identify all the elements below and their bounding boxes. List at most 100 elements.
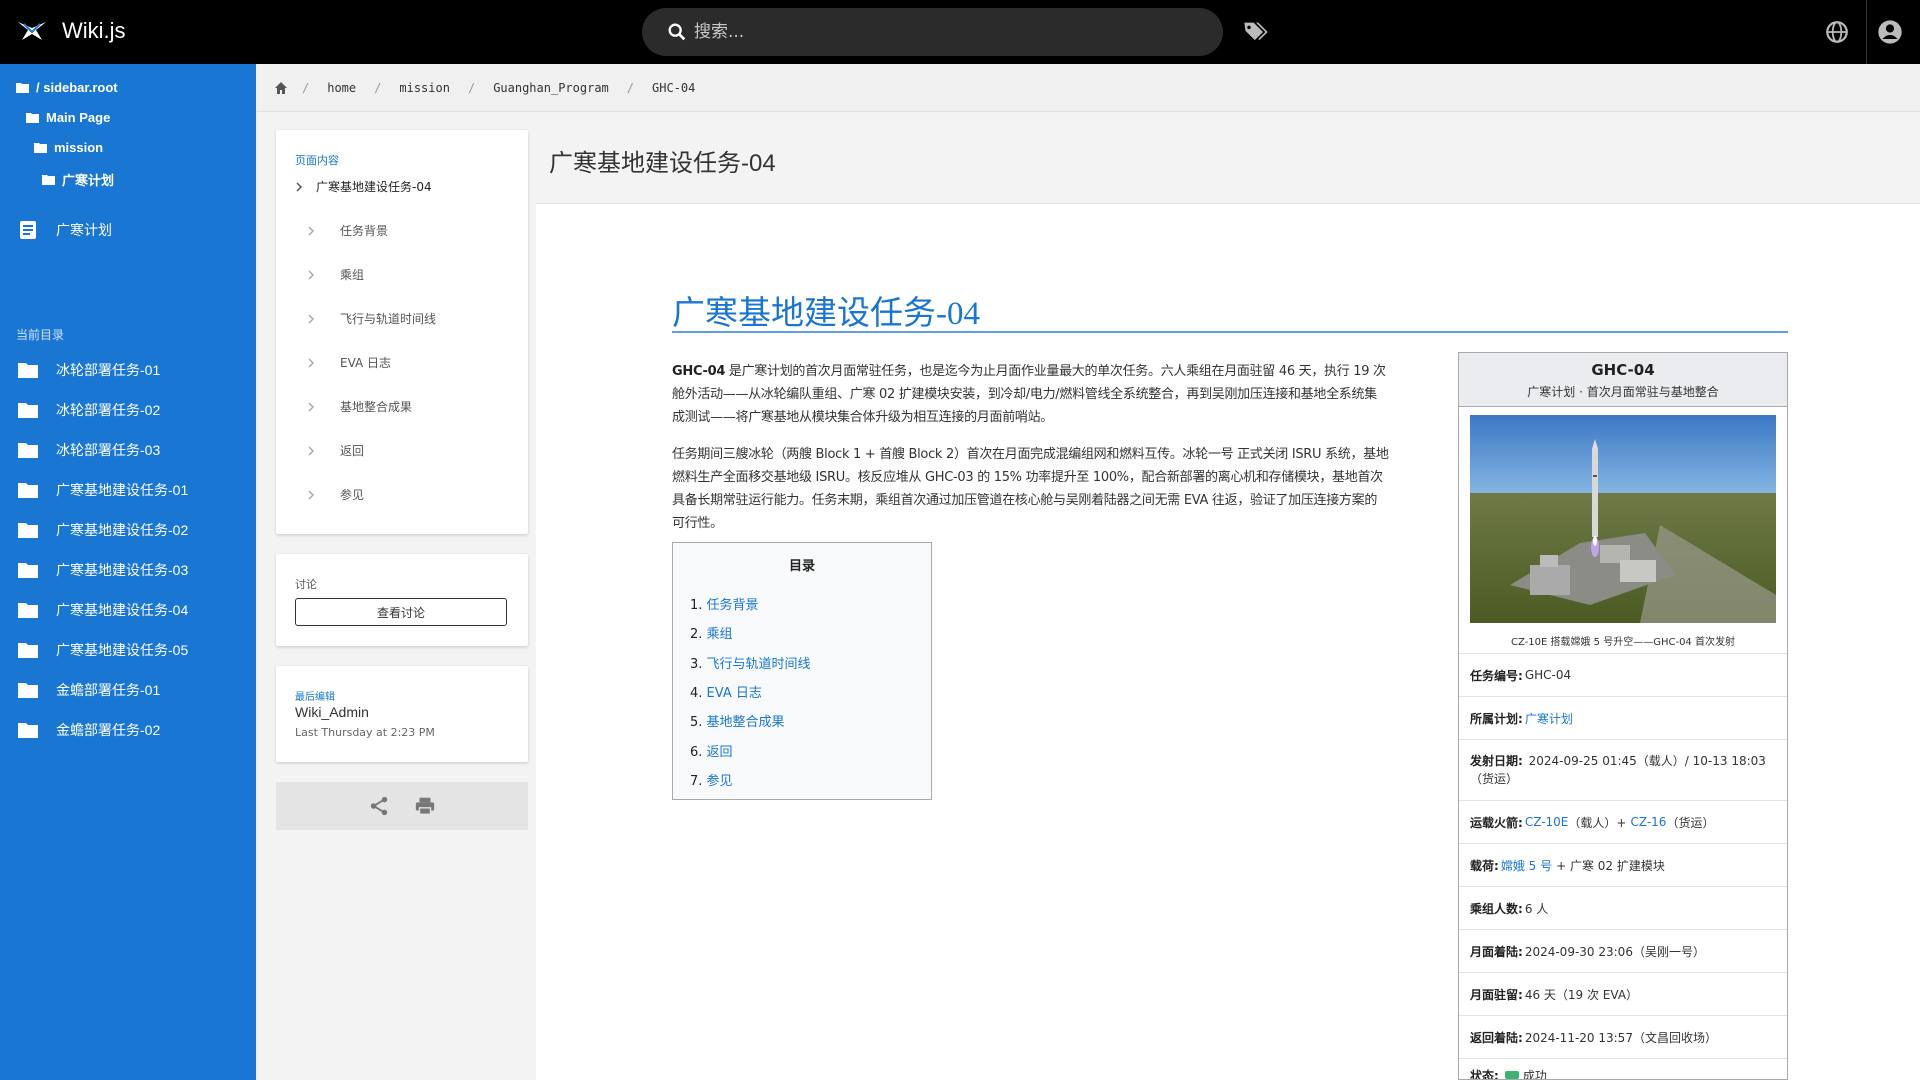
account-icon[interactable] (1876, 18, 1904, 46)
sidebar-item-label: 广寒基地建设任务-04 (56, 602, 189, 618)
toc-item[interactable]: 基地整合成果 (306, 398, 412, 415)
tree-item-main-page[interactable]: Main Page (26, 110, 110, 125)
row-label: 乘组人数: (1470, 901, 1523, 916)
chevron-right-icon (308, 225, 315, 236)
search-bar[interactable] (642, 8, 1223, 56)
breadcrumb-separator: / (302, 80, 310, 95)
wikijs-logo-icon[interactable] (14, 14, 50, 50)
row-label: 所属计划: (1470, 711, 1523, 726)
row-label: 发射日期: (1470, 754, 1523, 768)
chevron-right-icon (308, 489, 315, 500)
folder-icon (18, 723, 38, 738)
article-paragraph-1: GHC-04 是广寒计划的首次月面常驻任务，也是迄今为止月面作业量最大的单次任务… (672, 360, 1454, 429)
sidebar-section-title: 当前目录 (16, 328, 65, 342)
row-label: 月面驻留: (1470, 987, 1523, 1002)
home-icon[interactable] (274, 81, 288, 95)
toc-link[interactable]: EVA 日志 (707, 686, 762, 701)
toc-item[interactable]: 参见 (306, 486, 364, 503)
toc-item[interactable]: 任务背景 (306, 222, 388, 239)
toc-item[interactable]: 返回 (306, 442, 364, 459)
folder-icon (18, 523, 38, 538)
infobox-header: GHC-04 广寒计划 · 首次月面常驻与基地整合 (1459, 353, 1787, 407)
last-edited-time: Last Thursday at 2:23 PM (295, 726, 435, 739)
infobox-image-caption: CZ-10E 搭载嫦娥 5 号升空——GHC-04 首次发射 (1511, 637, 1735, 648)
toc-item-label: 广寒基地建设任务-04 (316, 180, 432, 194)
article-toc-item[interactable]: 1. 任务背景 (690, 594, 759, 613)
breadcrumb-item-current[interactable]: GHC-04 (652, 81, 695, 95)
toc-item-label: 任务背景 (340, 224, 389, 238)
payload-link[interactable]: 嫦娥 5 号 (1501, 857, 1552, 874)
toc-item[interactable]: 乘组 (306, 266, 364, 283)
breadcrumb-item[interactable]: mission (399, 81, 450, 95)
toc-item-label: 返回 (340, 444, 365, 458)
sidebar-item[interactable]: 冰轮部署任务-01 (18, 360, 160, 380)
view-discussion-button[interactable]: 查看讨论 (295, 598, 507, 626)
toc-item[interactable]: EVA 日志 (306, 354, 391, 371)
toc-link[interactable]: 飞行与轨道时间线 (707, 657, 811, 672)
toc-link[interactable]: 返回 (707, 745, 733, 760)
sidebar-item[interactable]: 冰轮部署任务-02 (18, 400, 160, 420)
article-toc-item[interactable]: 6. 返回 (690, 741, 733, 760)
program-link[interactable]: 广寒计划 (1525, 710, 1573, 727)
language-globe-icon[interactable] (1824, 19, 1850, 45)
toc-item-label: 飞行与轨道时间线 (340, 312, 437, 326)
rocket-launch-image[interactable] (1470, 415, 1776, 623)
breadcrumb-separator: / (374, 80, 382, 95)
sidebar-item[interactable]: 广寒基地建设任务-02 (18, 520, 188, 540)
toc-link[interactable]: 基地整合成果 (707, 715, 785, 730)
sidebar-item[interactable]: 广寒基地建设任务-01 (18, 480, 188, 500)
paragraph-text: 是广寒计划的首次月面常驻任务，也是迄今为止月面作业量最大的单次任务。六人乘组在月… (725, 364, 1386, 379)
breadcrumb-item[interactable]: Guanghan_Program (493, 81, 609, 95)
breadcrumb-item[interactable]: home (327, 81, 356, 95)
toc-number: 2. (690, 627, 703, 642)
folder-open-icon (34, 142, 47, 153)
print-icon[interactable] (414, 795, 436, 817)
article-toc-item[interactable]: 2. 乘组 (690, 623, 733, 642)
mission-code-bold: GHC-04 (672, 364, 726, 379)
tags-icon[interactable] (1242, 18, 1270, 46)
app-title[interactable]: Wiki.js (62, 18, 126, 44)
tree-item-mission[interactable]: mission (34, 140, 103, 155)
toc-item[interactable]: 飞行与轨道时间线 (306, 310, 436, 327)
article-toc-item[interactable]: 4. EVA 日志 (690, 682, 762, 701)
toc-item-main[interactable]: 广寒基地建设任务-04 (294, 178, 432, 195)
toc-link[interactable]: 乘组 (707, 627, 733, 642)
article-toc-item[interactable]: 5. 基地整合成果 (690, 711, 785, 730)
sidebar-item[interactable]: 广寒基地建设任务-04 (18, 600, 188, 620)
row-value: （货运） (1666, 815, 1715, 830)
search-input[interactable] (694, 22, 1174, 42)
infobox-row-payload: 载荷: 嫦娥 5 号 + 广寒 02 扩建模块 (1459, 843, 1787, 886)
page-contents-heading: 页面内容 (295, 154, 339, 167)
toc-item-label: EVA 日志 (340, 356, 392, 370)
toc-link[interactable]: 任务背景 (707, 598, 759, 613)
rocket-link-cargo[interactable]: CZ-16 (1630, 815, 1666, 829)
article-toc-item[interactable]: 7. 参见 (690, 770, 733, 789)
sidebar-item[interactable]: 广寒基地建设任务-03 (18, 560, 188, 580)
rocket-link-crewed[interactable]: CZ-10E (1525, 815, 1569, 829)
article-toc-item[interactable]: 3. 飞行与轨道时间线 (690, 653, 811, 672)
chevron-right-icon (308, 445, 315, 456)
tree-item-label: / sidebar.root (36, 80, 118, 95)
toc-link[interactable]: 参见 (707, 774, 733, 789)
sidebar-item[interactable]: 金蟾部署任务-01 (18, 680, 160, 700)
last-edited-user[interactable]: Wiki_Admin (295, 704, 369, 720)
paragraph-line: 舱外活动——从冰轮编队重组、广寒 02 扩建模块安装，到冷却/电力/燃料管线全系… (672, 387, 1377, 402)
sidebar-pinned-page[interactable]: 广寒计划 (18, 220, 112, 240)
infobox-row-rocket: 运载火箭: CZ-10E （载人）+ CZ-16 （货运） (1459, 800, 1787, 843)
discussion-card: 讨论 查看讨论 (276, 554, 528, 646)
tree-item-guanghan[interactable]: 广寒计划 (42, 170, 114, 189)
sidebar-item[interactable]: 冰轮部署任务-03 (18, 440, 160, 460)
sidebar-item-label: 冰轮部署任务-02 (56, 402, 161, 418)
tree-item-root[interactable]: / sidebar.root (16, 80, 118, 95)
sidebar-item[interactable]: 广寒基地建设任务-05 (18, 640, 188, 660)
paragraph-line: 任务期间三艘冰轮（两艘 Block 1 + 首艘 Block 2）首次在月面完成… (672, 447, 1389, 462)
share-icon[interactable] (368, 795, 390, 817)
breadcrumb-separator: / (626, 80, 635, 95)
toc-number: 1. (690, 598, 703, 613)
toc-item-label: 基地整合成果 (340, 400, 413, 414)
sidebar-item-label: 金蟾部署任务-01 (56, 682, 161, 698)
infobox-row-landing: 月面着陆: 2024-09-30 23:06（吴刚一号） (1459, 929, 1787, 972)
paragraph-line: 具备长期常驻运行能力。任务末期，乘组首次通过加压管道在核心舱与吴刚着陆器之间无需… (672, 493, 1378, 508)
sidebar-item[interactable]: 金蟾部署任务-02 (18, 720, 160, 740)
article-heading: 广寒基地建设任务-04 (672, 296, 980, 332)
